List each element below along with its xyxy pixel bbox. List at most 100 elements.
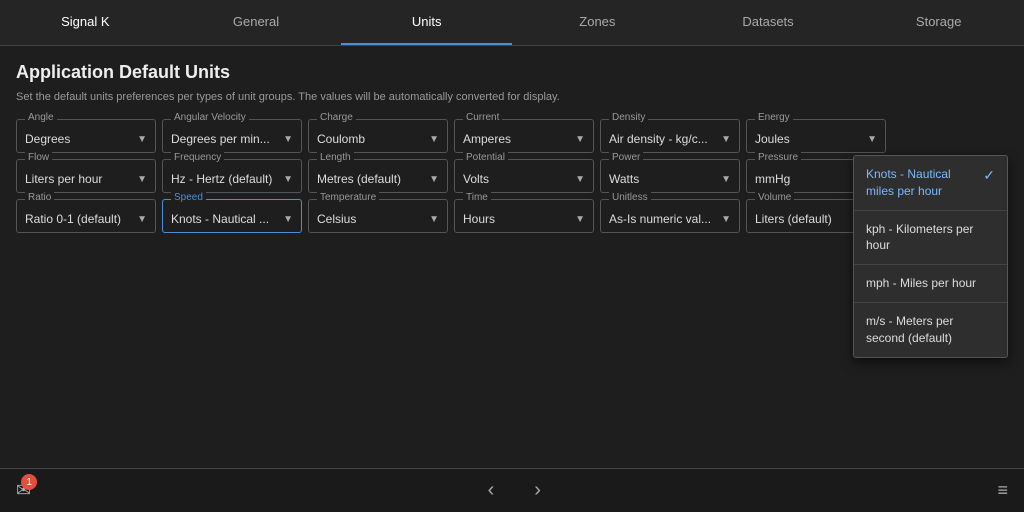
page-title: Application Default Units bbox=[16, 62, 1008, 83]
unit-label-time: Time bbox=[463, 192, 491, 203]
unit-select-charge[interactable]: Coulomb ▼ bbox=[317, 128, 439, 146]
unit-select-speed[interactable]: Knots - Nautical ... ▼ bbox=[171, 208, 293, 226]
email-badge: 1 bbox=[21, 474, 37, 490]
dropdown-item-label-2: mph - Miles per hour bbox=[866, 275, 976, 292]
dropdown-arrow-power: ▼ bbox=[721, 174, 731, 185]
dropdown-item-2[interactable]: mph - Miles per hour bbox=[854, 265, 1007, 302]
dropdown-arrow-speed: ▼ bbox=[283, 214, 293, 225]
unit-value-volume: Liters (default) bbox=[755, 212, 832, 226]
unit-group-potential[interactable]: PotentialVolts▼ bbox=[454, 159, 594, 193]
unit-group-ratio[interactable]: RatioRatio 0-1 (default)▼ bbox=[16, 199, 156, 233]
unit-group-density[interactable]: DensityAir density - kg/c...▼ bbox=[600, 119, 740, 153]
unit-group-length[interactable]: LengthMetres (default)▼ bbox=[308, 159, 448, 193]
nav-item-storage[interactable]: Storage bbox=[853, 0, 1024, 45]
unit-value-potential: Volts bbox=[463, 172, 489, 186]
unit-group-angular-velocity[interactable]: Angular VelocityDegrees per min...▼ bbox=[162, 119, 302, 153]
unit-label-energy: Energy bbox=[755, 112, 793, 123]
unit-group-energy[interactable]: EnergyJoules▼ bbox=[746, 119, 886, 153]
unit-select-angle[interactable]: Degrees ▼ bbox=[25, 128, 147, 146]
dropdown-arrow-time: ▼ bbox=[575, 214, 585, 225]
bottom-nav-center: ‹ › bbox=[488, 479, 541, 502]
unit-select-potential[interactable]: Volts ▼ bbox=[463, 168, 585, 186]
unit-label-temperature: Temperature bbox=[317, 192, 379, 203]
dropdown-arrow-length: ▼ bbox=[429, 174, 439, 185]
unit-group-speed[interactable]: SpeedKnots - Nautical ...▼ bbox=[162, 199, 302, 233]
unit-label-current: Current bbox=[463, 112, 502, 123]
unit-select-energy[interactable]: Joules▼ bbox=[755, 128, 877, 146]
unit-select-length[interactable]: Metres (default)▼ bbox=[317, 168, 439, 186]
unit-value-power: Watts bbox=[609, 172, 639, 186]
dropdown-check-icon-0: ✓ bbox=[983, 166, 995, 186]
page-description: Set the default units preferences per ty… bbox=[16, 91, 1008, 103]
unit-value-frequency: Hz - Hertz (default) bbox=[171, 172, 272, 186]
unit-label-unitless: Unitless bbox=[609, 192, 651, 203]
unit-value-speed: Knots - Nautical ... bbox=[171, 212, 269, 226]
unit-select-ratio[interactable]: Ratio 0-1 (default)▼ bbox=[25, 208, 147, 226]
dropdown-item-label-3: m/s - Meters per second (default) bbox=[866, 313, 995, 347]
unit-label-density: Density bbox=[609, 112, 648, 123]
unit-value-pressure: mmHg bbox=[755, 172, 790, 186]
dropdown-arrow-ratio: ▼ bbox=[137, 214, 147, 225]
unit-select-temperature[interactable]: Celsius▼ bbox=[317, 208, 439, 226]
nav-item-units[interactable]: Units bbox=[341, 0, 512, 45]
nav-item-datasets[interactable]: Datasets bbox=[683, 0, 854, 45]
unit-value-energy: Joules bbox=[755, 132, 790, 146]
unit-label-speed: Speed bbox=[171, 192, 206, 203]
unit-select-angular-velocity[interactable]: Degrees per min... ▼ bbox=[171, 128, 293, 146]
dropdown-item-1[interactable]: kph - Kilometers per hour bbox=[854, 211, 1007, 265]
unit-select-flow[interactable]: Liters per hour ▼ bbox=[25, 168, 147, 186]
dropdown-arrow-temperature: ▼ bbox=[429, 214, 439, 225]
unit-value-angular-velocity: Degrees per min... bbox=[171, 132, 270, 146]
unit-value-current: Amperes bbox=[463, 132, 511, 146]
prev-arrow[interactable]: ‹ bbox=[488, 479, 495, 502]
top-navigation: Signal KGeneralUnitsZonesDatasetsStorage bbox=[0, 0, 1024, 46]
unit-select-unitless[interactable]: As-Is numeric val...▼ bbox=[609, 208, 731, 226]
unit-value-time: Hours bbox=[463, 212, 495, 226]
next-arrow[interactable]: › bbox=[534, 479, 541, 502]
unit-group-power[interactable]: PowerWatts▼ bbox=[600, 159, 740, 193]
unit-label-power: Power bbox=[609, 152, 643, 163]
unit-label-angular-velocity: Angular Velocity bbox=[171, 112, 249, 123]
unit-label-volume: Volume bbox=[755, 192, 794, 203]
menu-icon[interactable]: ≡ bbox=[997, 480, 1008, 501]
unit-select-density[interactable]: Air density - kg/c... ▼ bbox=[609, 128, 731, 146]
dropdown-arrow-angular-velocity: ▼ bbox=[283, 134, 293, 145]
unit-value-angle: Degrees bbox=[25, 132, 70, 146]
unit-value-density: Air density - kg/c... bbox=[609, 132, 708, 146]
unit-group-unitless[interactable]: UnitlessAs-Is numeric val...▼ bbox=[600, 199, 740, 233]
email-icon[interactable]: ✉ 1 bbox=[16, 480, 31, 501]
dropdown-item-3[interactable]: m/s - Meters per second (default) bbox=[854, 303, 1007, 357]
unit-group-temperature[interactable]: TemperatureCelsius▼ bbox=[308, 199, 448, 233]
dropdown-item-label-1: kph - Kilometers per hour bbox=[866, 221, 995, 255]
unit-value-flow: Liters per hour bbox=[25, 172, 102, 186]
dropdown-arrow-angle: ▼ bbox=[137, 134, 147, 145]
nav-item-zones[interactable]: Zones bbox=[512, 0, 683, 45]
bottom-bar: ✉ 1 ‹ › ≡ bbox=[0, 468, 1024, 512]
unit-select-power[interactable]: Watts ▼ bbox=[609, 168, 731, 186]
dropdown-arrow-charge: ▼ bbox=[429, 134, 439, 145]
unit-group-frequency[interactable]: FrequencyHz - Hertz (default)▼ bbox=[162, 159, 302, 193]
unit-select-time[interactable]: Hours ▼ bbox=[463, 208, 585, 226]
unit-group-angle[interactable]: AngleDegrees▼ bbox=[16, 119, 156, 153]
unit-value-charge: Coulomb bbox=[317, 132, 365, 146]
dropdown-item-label-0: Knots - Nautical miles per hour bbox=[866, 166, 977, 200]
dropdown-item-0[interactable]: Knots - Nautical miles per hour ✓ bbox=[854, 156, 1007, 210]
unit-group-current[interactable]: CurrentAmperes▼ bbox=[454, 119, 594, 153]
dropdown-arrow-current: ▼ bbox=[575, 134, 585, 145]
dropdown-arrow-density: ▼ bbox=[721, 134, 731, 145]
unit-label-charge: Charge bbox=[317, 112, 356, 123]
unit-group-flow[interactable]: FlowLiters per hour▼ bbox=[16, 159, 156, 193]
unit-label-flow: Flow bbox=[25, 152, 52, 163]
unit-select-frequency[interactable]: Hz - Hertz (default) ▼ bbox=[171, 168, 293, 186]
unit-group-time[interactable]: TimeHours▼ bbox=[454, 199, 594, 233]
unit-label-frequency: Frequency bbox=[171, 152, 224, 163]
nav-item-signal-k[interactable]: Signal K bbox=[0, 0, 171, 45]
speed-dropdown: Knots - Nautical miles per hour ✓ kph - Ki… bbox=[853, 155, 1008, 358]
unit-group-charge[interactable]: ChargeCoulomb▼ bbox=[308, 119, 448, 153]
unit-label-angle: Angle bbox=[25, 112, 57, 123]
dropdown-arrow-frequency: ▼ bbox=[283, 174, 293, 185]
dropdown-arrow-flow: ▼ bbox=[137, 174, 147, 185]
dropdown-arrow-potential: ▼ bbox=[575, 174, 585, 185]
unit-select-current[interactable]: Amperes ▼ bbox=[463, 128, 585, 146]
nav-item-general[interactable]: General bbox=[171, 0, 342, 45]
